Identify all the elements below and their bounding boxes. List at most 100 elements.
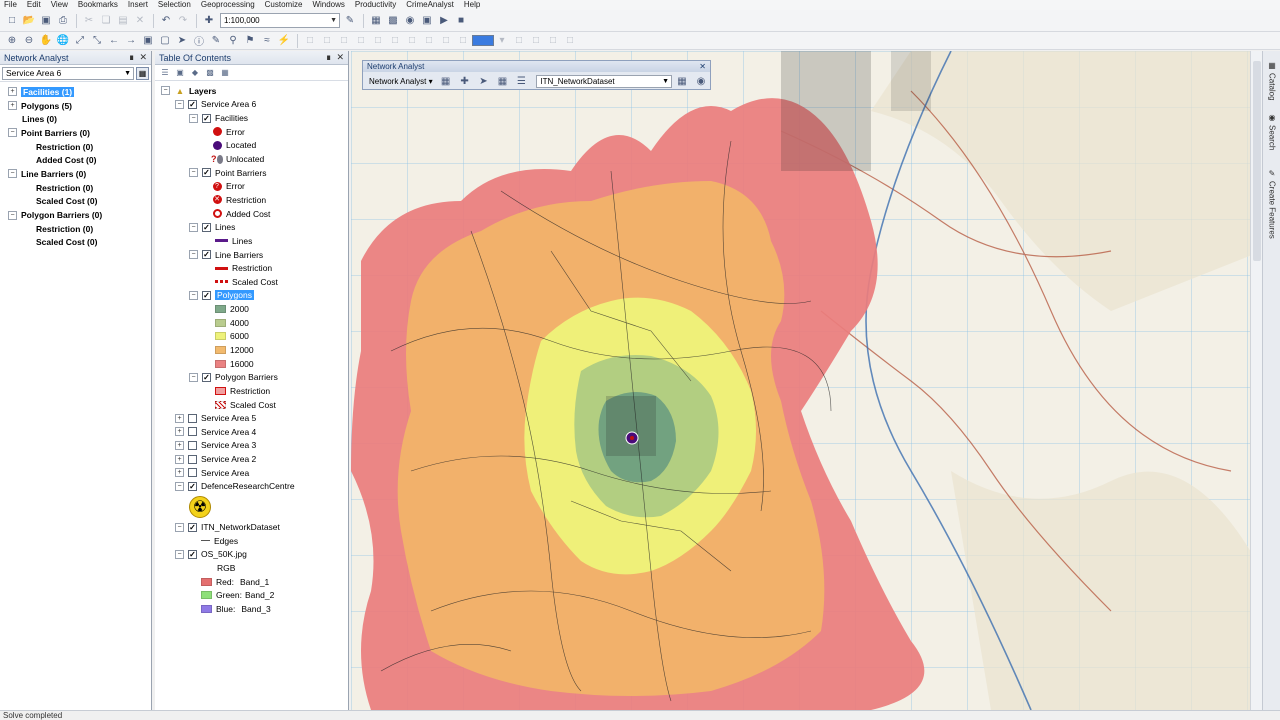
menu-geoprocessing[interactable]: Geoprocessing: [201, 0, 255, 10]
layout-tool-icon[interactable]: □: [511, 33, 527, 49]
fixed-zoom-in-icon[interactable]: ⤢: [72, 33, 88, 49]
collapse-icon[interactable]: −: [189, 372, 198, 382]
pin-icon[interactable]: ∎: [129, 52, 135, 63]
menu-selection[interactable]: Selection: [158, 0, 191, 10]
toc-layer-service-area-2[interactable]: + Service Area 2: [155, 452, 348, 466]
menu-bookmarks[interactable]: Bookmarks: [78, 0, 118, 10]
model-builder-icon[interactable]: ■: [453, 13, 469, 29]
toc-layer-defence-research-centre[interactable]: − ✓ DefenceResearchCentre: [155, 480, 348, 494]
na-class-polygon-barriers[interactable]: − Polygon Barriers (0): [0, 208, 151, 222]
map-scale-combo[interactable]: 1:100,000 ▼: [220, 13, 340, 28]
cut-icon[interactable]: ✂: [81, 13, 97, 29]
list-by-drawing-order-icon[interactable]: ☰: [159, 67, 171, 79]
toc-layer-service-area[interactable]: + Service Area: [155, 466, 348, 480]
expand-icon[interactable]: +: [175, 427, 184, 437]
collapse-icon[interactable]: −: [175, 549, 184, 559]
menu-insert[interactable]: Insert: [128, 0, 148, 10]
toc-layer-itn-network-dataset[interactable]: − ✓ ITN_NetworkDataset: [155, 520, 348, 534]
tab-search[interactable]: ◉ Search: [1265, 113, 1279, 150]
close-icon[interactable]: ✕: [699, 61, 706, 72]
toc-layer-os-50k[interactable]: − ✓ OS_50K.jpg: [155, 548, 348, 562]
menu-crimeanalyst[interactable]: CrimeAnalyst: [406, 0, 454, 10]
toc-sublayer-polygons[interactable]: − ✓ Polygons: [155, 289, 348, 303]
toc-sublayer-facilities[interactable]: − ✓ Facilities: [155, 111, 348, 125]
save-icon[interactable]: ▣: [38, 13, 54, 29]
close-icon[interactable]: ✕: [336, 52, 344, 63]
open-folder-icon[interactable]: 📂: [21, 13, 37, 29]
select-elements-icon[interactable]: ➤: [174, 33, 190, 49]
na-subclass-restriction[interactable]: Restriction (0): [0, 140, 151, 154]
layout-tool-icon[interactable]: □: [404, 33, 420, 49]
table-of-contents-icon[interactable]: ▦: [368, 13, 384, 29]
pan-icon[interactable]: ✋: [38, 33, 54, 49]
create-network-location-icon[interactable]: ✚: [457, 73, 473, 89]
close-icon[interactable]: ✕: [139, 52, 147, 63]
select-move-location-icon[interactable]: ➤: [476, 73, 492, 89]
layout-tool-icon[interactable]: □: [336, 33, 352, 49]
identify-network-icon[interactable]: ◉: [693, 73, 709, 89]
toc-layers-frame[interactable]: − ▲ Layers: [155, 84, 348, 98]
find-route-icon[interactable]: ⚑: [242, 33, 258, 49]
visibility-checkbox[interactable]: ✓: [202, 113, 211, 123]
visibility-checkbox[interactable]: [188, 427, 197, 437]
copy-icon[interactable]: ❏: [98, 13, 114, 29]
expand-icon[interactable]: +: [175, 413, 184, 423]
menu-view[interactable]: View: [51, 0, 68, 10]
list-by-source-icon[interactable]: ▣: [174, 67, 186, 79]
layout-tool-icon[interactable]: □: [455, 33, 471, 49]
clear-selection-icon[interactable]: ▢: [157, 33, 173, 49]
editor-toolbar-icon[interactable]: ✎: [342, 13, 358, 29]
collapse-icon[interactable]: −: [175, 99, 184, 109]
layout-tool-icon[interactable]: □: [319, 33, 335, 49]
collapse-icon[interactable]: −: [175, 522, 184, 532]
na-class-facilities[interactable]: + Facilities (1): [0, 85, 151, 99]
options-icon[interactable]: ▦: [219, 67, 231, 79]
visibility-checkbox[interactable]: ✓: [202, 168, 211, 178]
html-popup-icon[interactable]: ✎: [208, 33, 224, 49]
layer-properties-button[interactable]: ▦: [136, 66, 149, 80]
layout-tool-icon[interactable]: □: [370, 33, 386, 49]
visibility-checkbox[interactable]: ✓: [202, 290, 211, 300]
visibility-checkbox[interactable]: ✓: [188, 549, 197, 559]
na-subclass-scaled-cost[interactable]: Scaled Cost (0): [0, 236, 151, 250]
fixed-zoom-out-icon[interactable]: ⤡: [89, 33, 105, 49]
full-extent-icon[interactable]: 🌐: [55, 33, 71, 49]
layout-tool-icon[interactable]: □: [302, 33, 318, 49]
na-class-point-barriers[interactable]: − Point Barriers (0): [0, 126, 151, 140]
tab-catalog[interactable]: ▦ Catalog: [1265, 61, 1279, 101]
network-dataset-combo[interactable]: ITN_NetworkDataset ▼: [536, 74, 673, 88]
new-document-icon[interactable]: □: [4, 13, 20, 29]
toc-layer-service-area-6[interactable]: − ✓ Service Area 6: [155, 98, 348, 112]
layout-tool-icon[interactable]: □: [387, 33, 403, 49]
visibility-checkbox[interactable]: ✓: [202, 372, 211, 382]
collapse-icon[interactable]: −: [8, 169, 17, 179]
collapse-icon[interactable]: −: [189, 290, 198, 300]
search-window-icon[interactable]: ◉: [402, 13, 418, 29]
layout-tool-icon[interactable]: □: [528, 33, 544, 49]
visibility-checkbox[interactable]: [188, 440, 197, 450]
visibility-checkbox[interactable]: ✓: [188, 99, 197, 109]
select-features-icon[interactable]: ▣: [140, 33, 156, 49]
collapse-icon[interactable]: −: [161, 86, 170, 96]
add-data-icon[interactable]: ✚: [201, 13, 217, 29]
menu-customize[interactable]: Customize: [265, 0, 303, 10]
layout-tool-icon[interactable]: □: [562, 33, 578, 49]
analysis-layer-combo[interactable]: Service Area 6 ▼: [2, 66, 134, 80]
menu-file[interactable]: File: [4, 0, 17, 10]
python-window-icon[interactable]: ▶: [436, 13, 452, 29]
measure-icon[interactable]: ≈: [259, 33, 275, 49]
toc-sublayer-point-barriers[interactable]: − ✓ Point Barriers: [155, 166, 348, 180]
layout-tool-icon[interactable]: □: [421, 33, 437, 49]
expand-icon[interactable]: +: [8, 87, 17, 97]
collapse-icon[interactable]: −: [189, 222, 198, 232]
na-subclass-added-cost[interactable]: Added Cost (0): [0, 153, 151, 167]
toc-sublayer-lines[interactable]: − ✓ Lines: [155, 220, 348, 234]
visibility-checkbox[interactable]: ✓: [202, 222, 211, 232]
toc-layer-service-area-5[interactable]: + Service Area 5: [155, 411, 348, 425]
print-icon[interactable]: ⎙: [55, 13, 71, 29]
visibility-checkbox[interactable]: [188, 468, 197, 478]
layout-tool-icon[interactable]: □: [438, 33, 454, 49]
back-extent-icon[interactable]: ←: [106, 33, 122, 49]
list-by-selection-icon[interactable]: ▩: [204, 67, 216, 79]
build-network-icon[interactable]: ▦: [674, 73, 690, 89]
